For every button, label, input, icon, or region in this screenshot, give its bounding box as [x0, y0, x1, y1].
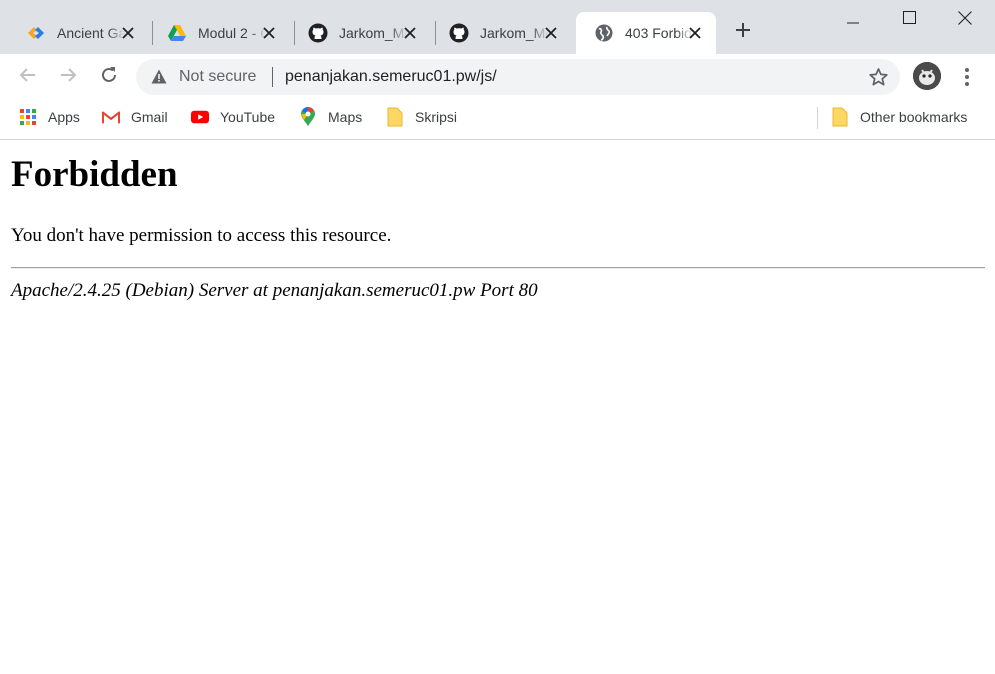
github-icon: [308, 23, 328, 43]
maps-pin-icon: [299, 107, 317, 126]
bookmark-skripsi[interactable]: Skripsi: [386, 106, 457, 128]
tab-modul-2[interactable]: Modul 2 - Google Drive: [149, 12, 290, 54]
menu-dot: [965, 82, 969, 86]
back-button[interactable]: [12, 61, 44, 93]
bookmark-other[interactable]: Other bookmarks: [831, 106, 967, 128]
youtube-icon: [191, 108, 209, 126]
close-icon[interactable]: [686, 24, 704, 42]
plus-icon: [735, 22, 751, 43]
chrome-menu-button[interactable]: [955, 62, 979, 92]
new-tab-button[interactable]: [730, 19, 756, 45]
reload-icon: [100, 66, 118, 89]
folder-icon: [831, 107, 849, 127]
bookmark-label: Maps: [328, 109, 363, 125]
globe-icon: [594, 23, 614, 43]
bookmark-label: Gmail: [131, 109, 168, 125]
folder-icon: [386, 107, 404, 127]
bookmark-maps[interactable]: Maps: [299, 106, 362, 128]
menu-dot: [965, 68, 969, 72]
google-drive-icon: [167, 23, 187, 43]
window-close-button[interactable]: [937, 0, 993, 40]
bookmark-label: YouTube: [220, 109, 276, 125]
arrow-right-icon: [59, 66, 77, 89]
tab-403-forbidden[interactable]: 403 Forbidden: [576, 12, 716, 54]
avatar-image: [913, 62, 941, 90]
minimize-button[interactable]: [825, 0, 881, 40]
gmail-icon: [102, 108, 120, 126]
bookmark-star-icon[interactable]: [869, 68, 888, 91]
warning-icon[interactable]: [151, 69, 167, 89]
omnibox-divider: [272, 67, 273, 87]
error-message: You don't have permission to access this…: [11, 225, 392, 246]
menu-dot: [965, 75, 969, 79]
profile-avatar[interactable]: [913, 62, 941, 90]
forward-button[interactable]: [52, 61, 84, 93]
arrow-left-icon: [19, 66, 37, 89]
tab-jarkom-1[interactable]: Jarkom_Modul2: [290, 12, 431, 54]
bookmarks-separator: [817, 107, 818, 129]
tab-title: Modul 2 - Google Drive: [198, 25, 266, 41]
github-icon: [449, 23, 469, 43]
close-icon[interactable]: [401, 24, 419, 42]
url-text[interactable]: penanjakan.semeruc01.pw/js/: [285, 68, 497, 86]
tab-strip: Ancient Games Modul 2 - Google Drive Jar…: [0, 0, 995, 54]
address-bar[interactable]: Not secure penanjakan.semeruc01.pw/js/: [136, 59, 900, 95]
maximize-icon: [902, 11, 916, 29]
close-icon[interactable]: [260, 24, 278, 42]
bookmark-label: Apps: [48, 109, 80, 125]
close-icon[interactable]: [542, 24, 560, 42]
tab-ancient-games[interactable]: Ancient Games: [8, 12, 149, 54]
page-content: Forbidden You don't have permission to a…: [0, 141, 995, 674]
bookmarks-bar: Apps Gmail YouTube Maps Skripsi Other bo…: [0, 100, 995, 140]
bookmark-label: Skripsi: [415, 109, 458, 125]
bookmark-apps[interactable]: Apps: [19, 106, 80, 128]
maximize-button[interactable]: [881, 0, 937, 40]
horizontal-rule: [11, 267, 985, 269]
apps-grid-icon: [19, 108, 37, 126]
server-signature: Apache/2.4.25 (Debian) Server at penanja…: [11, 280, 538, 301]
tab-title: 403 Forbidden: [625, 25, 693, 41]
bookmark-label: Other bookmarks: [860, 109, 968, 125]
close-icon[interactable]: [119, 24, 137, 42]
minimize-icon: [847, 11, 859, 29]
reload-button[interactable]: [93, 61, 125, 93]
bookmark-youtube[interactable]: YouTube: [191, 106, 275, 128]
tab-title: Jarkom_Modul2: [480, 25, 548, 41]
security-label[interactable]: Not secure: [179, 68, 256, 86]
bookmark-gmail[interactable]: Gmail: [102, 106, 168, 128]
page-heading: Forbidden: [11, 154, 178, 195]
close-icon: [958, 10, 972, 30]
browser-toolbar: Not secure penanjakan.semeruc01.pw/js/: [0, 54, 995, 100]
tab-title: Jarkom_Modul2: [339, 25, 407, 41]
ancient-games-icon: [26, 23, 46, 43]
tab-jarkom-2[interactable]: Jarkom_Modul2: [431, 12, 572, 54]
tab-title: Ancient Games: [57, 25, 125, 41]
